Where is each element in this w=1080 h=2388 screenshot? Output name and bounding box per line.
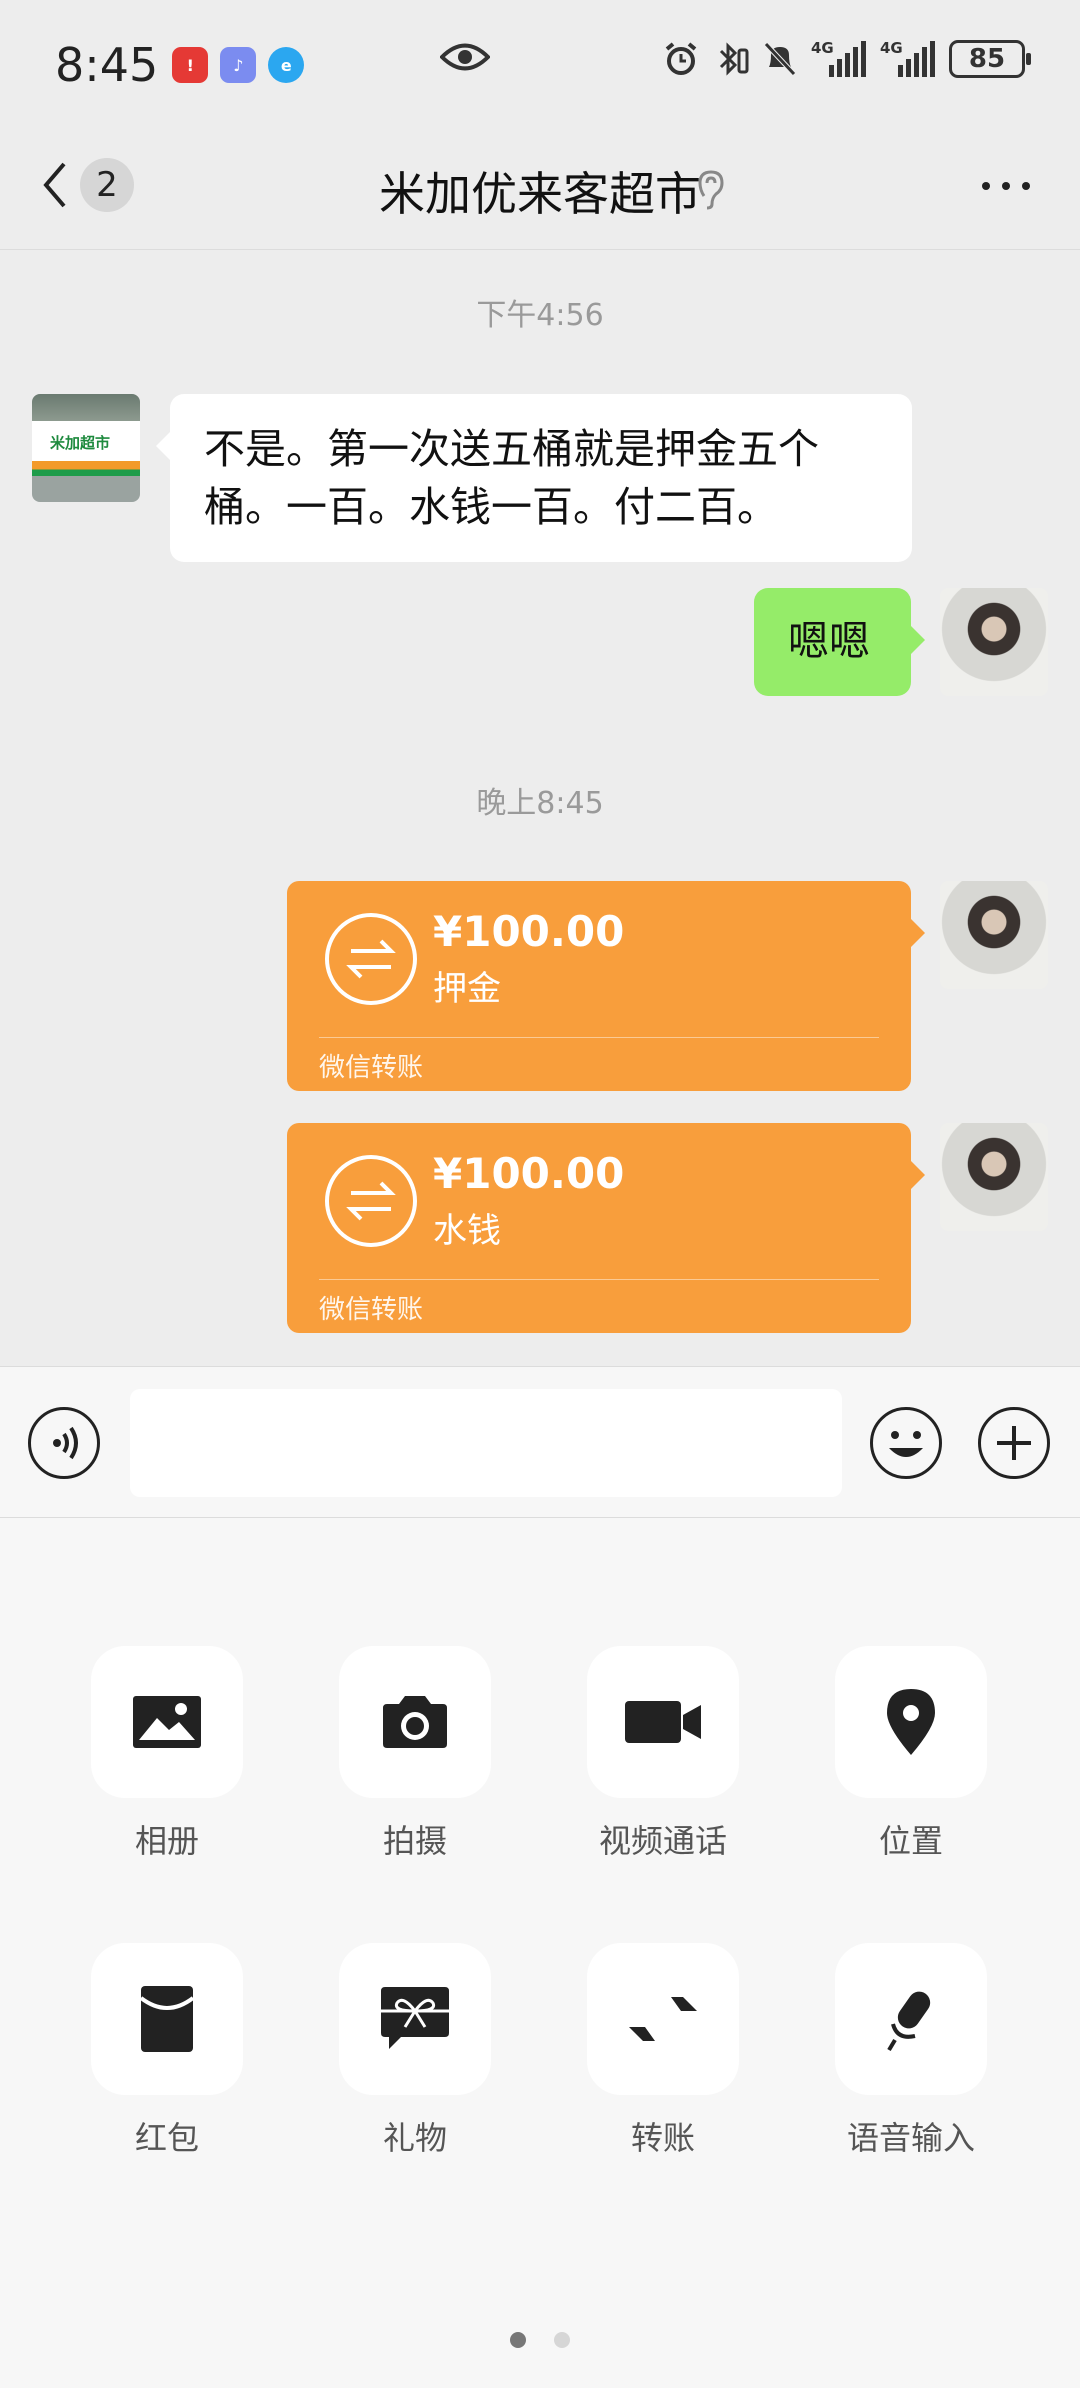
page-dot-active <box>510 2332 526 2348</box>
more-options-button[interactable] <box>982 182 1030 190</box>
dot-icon <box>1022 182 1030 190</box>
video-call-label: 视频通话 <box>598 1822 727 1860</box>
eye-icon <box>440 43 490 71</box>
avatar-sign-text: 米加超市 <box>50 434 111 452</box>
transfer-tile[interactable]: 转账 <box>587 1943 739 2159</box>
my-avatar[interactable] <box>940 1123 1048 1231</box>
transfer-note: 水钱 <box>433 1211 501 1251</box>
my-avatar[interactable] <box>940 588 1048 696</box>
input-bar <box>0 1366 1080 1518</box>
transfer-card[interactable]: ¥100.00 押金 微信转账 <box>287 881 925 1091</box>
timestamp: 下午4:56 <box>476 298 604 333</box>
album-label: 相册 <box>134 1822 199 1860</box>
transfer-amount: ¥100.00 <box>433 1149 625 1198</box>
video-call-icon <box>625 1701 701 1743</box>
dot-icon <box>1002 182 1010 190</box>
transfer-brand: 微信转账 <box>319 1295 424 1325</box>
transfer-label: 转账 <box>630 2119 695 2157</box>
battery-indicator: 85 <box>949 40 1031 78</box>
signal-2-icon: 4G <box>880 39 935 77</box>
divider <box>319 1279 879 1280</box>
video-call-tile[interactable]: 视频通话 <box>587 1646 739 1862</box>
contact-avatar[interactable]: 米加超市 <box>32 394 140 502</box>
gift-label: 礼物 <box>382 2119 447 2157</box>
timestamp: 晚上8:45 <box>476 786 604 821</box>
location-tile[interactable]: 位置 <box>835 1646 987 1862</box>
signal-1-icon: 4G <box>811 39 866 77</box>
transfer-card[interactable]: ¥100.00 水钱 微信转账 <box>287 1123 925 1333</box>
gift-tile[interactable]: 礼物 <box>339 1943 491 2159</box>
transfer-amount: ¥100.00 <box>433 907 625 956</box>
red-packet-tile[interactable]: 红包 <box>91 1943 243 2159</box>
more-functions-button[interactable] <box>978 1407 1050 1479</box>
alarm-icon <box>665 42 697 75</box>
sent-message[interactable]: 嗯嗯 <box>754 588 925 696</box>
emoji-button[interactable] <box>870 1407 942 1479</box>
voice-input-label: 语音输入 <box>846 2119 975 2157</box>
earpiece-mode-icon[interactable] <box>696 168 726 210</box>
status-time: 8:45 <box>55 38 159 92</box>
camera-label: 拍摄 <box>382 1822 447 1860</box>
music-app-icon: ♪ <box>220 47 257 83</box>
transfer-icon <box>325 913 417 1005</box>
page-indicator <box>510 2332 570 2348</box>
received-message[interactable]: 不是。第一次送五桶就是押金五个桶。一百。水钱一百。付二百。 <box>156 394 912 562</box>
voice-toggle-button[interactable] <box>28 1407 100 1479</box>
location-label: 位置 <box>878 1822 943 1860</box>
browser-app-icon: e <box>268 47 305 83</box>
chat-header: 2 米加优来客超市 <box>0 130 1080 250</box>
emoji-icon <box>889 1431 923 1457</box>
divider <box>319 1037 879 1038</box>
plus-icon <box>997 1426 1031 1460</box>
album-tile[interactable]: 相册 <box>91 1646 243 1862</box>
voice-input-icon <box>887 1991 931 2052</box>
message-input[interactable] <box>130 1389 842 1497</box>
page-dot[interactable] <box>554 2332 570 2348</box>
transfer-note: 押金 <box>433 969 501 1009</box>
my-avatar[interactable] <box>940 881 1048 989</box>
transfer-icon <box>325 1155 417 1247</box>
location-icon <box>887 1689 935 1755</box>
app-notification-icon: ! <box>172 47 209 83</box>
voice-icon <box>53 1426 78 1460</box>
gift-icon <box>381 1987 449 2049</box>
voice-input-tile[interactable]: 语音输入 <box>835 1943 987 2159</box>
camera-icon <box>383 1696 447 1748</box>
transfer-icon <box>629 1997 697 2041</box>
camera-tile[interactable]: 拍摄 <box>339 1646 491 1862</box>
bluetooth-icon <box>719 42 749 76</box>
mute-icon <box>764 42 796 76</box>
album-icon <box>133 1696 201 1748</box>
red-packet-label: 红包 <box>134 2119 199 2157</box>
red-packet-icon <box>139 1986 195 2052</box>
chat-title: 米加优来客超市 <box>379 167 701 221</box>
dot-icon <box>982 182 990 190</box>
transfer-brand: 微信转账 <box>319 1053 424 1083</box>
status-bar: 8:45 ! ♪ e 4G 4G 85 <box>0 0 1080 130</box>
